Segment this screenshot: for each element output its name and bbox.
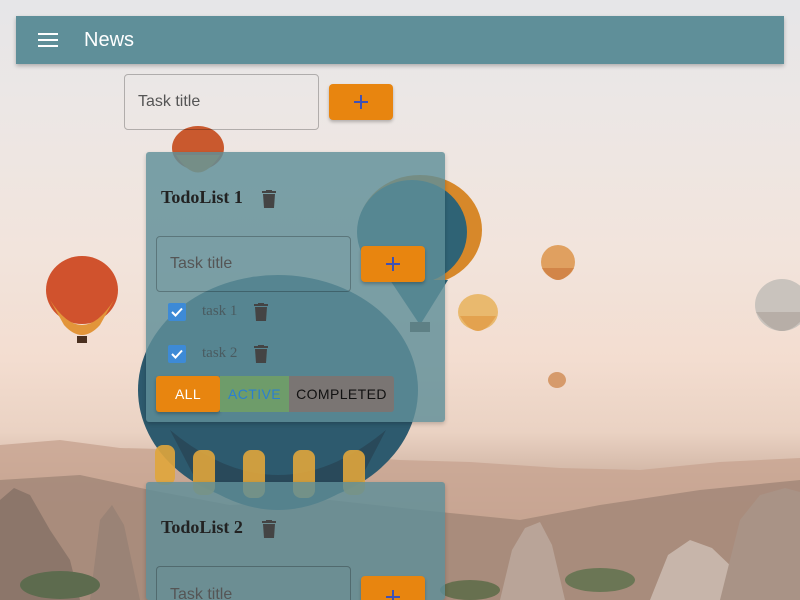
task-item: task 1	[166, 300, 426, 324]
menu-icon	[38, 33, 58, 47]
trash-icon	[254, 345, 268, 363]
filter-completed-button[interactable]: COMPLETED	[289, 376, 394, 412]
filter-active-button[interactable]: ACTIVE	[220, 376, 289, 412]
checkmark-icon	[171, 307, 183, 317]
plus-icon	[354, 95, 368, 109]
task-title[interactable]: task 2	[202, 345, 237, 362]
task-item: task 2	[166, 342, 426, 366]
todolist-title: TodoList 1	[161, 187, 243, 207]
app-bar: News	[16, 16, 784, 64]
menu-button[interactable]	[24, 16, 72, 64]
filter-all-button[interactable]: ALL	[156, 376, 220, 412]
add-task-button[interactable]	[361, 246, 425, 282]
task-title-input[interactable]	[156, 566, 351, 600]
checkmark-icon	[171, 349, 183, 359]
task-checkbox[interactable]	[168, 303, 186, 321]
todolist-card: TodoList 2	[146, 482, 445, 600]
delete-task-button[interactable]	[254, 303, 270, 321]
new-list-title-input[interactable]	[124, 74, 319, 130]
delete-task-button[interactable]	[254, 345, 270, 363]
task-title-input[interactable]	[156, 236, 351, 292]
todolist-title: TodoList 2	[161, 517, 243, 537]
todolist-card: TodoList 1 task 1	[146, 152, 445, 422]
add-task-button[interactable]	[361, 576, 425, 600]
delete-list-button[interactable]	[262, 520, 278, 538]
task-title[interactable]: task 1	[202, 303, 237, 320]
app-root: News TodoList 1	[0, 0, 800, 600]
trash-icon	[262, 190, 276, 208]
task-checkbox[interactable]	[168, 345, 186, 363]
plus-icon	[386, 257, 400, 271]
plus-icon	[386, 590, 400, 600]
trash-icon	[262, 520, 276, 538]
filter-button-group: ALL ACTIVE COMPLETED	[156, 376, 394, 412]
app-title: News	[84, 28, 135, 51]
delete-list-button[interactable]	[262, 190, 278, 208]
trash-icon	[254, 303, 268, 321]
add-list-button[interactable]	[329, 84, 393, 120]
